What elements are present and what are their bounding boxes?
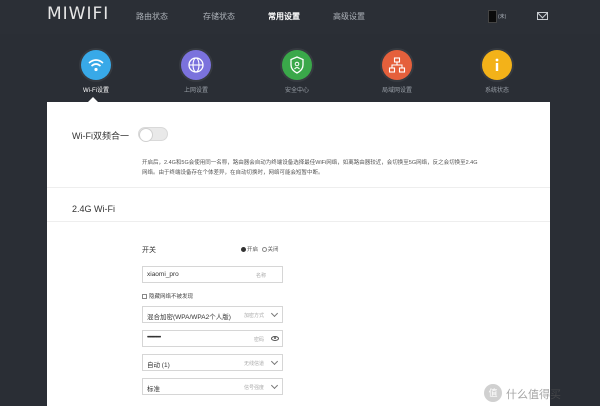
chevron-down-icon — [270, 381, 279, 390]
mail-icon[interactable] — [537, 12, 548, 20]
signal-strength-select[interactable]: 标准 信号强度 — [142, 378, 283, 395]
switch-label: 开关 — [142, 247, 156, 254]
hide-network-checkbox[interactable] — [142, 294, 147, 300]
watermark: 值 什么值得买 — [484, 384, 594, 402]
encryption-select[interactable]: 混合加密(WPA/WPA2个人版) 加密方式 — [142, 306, 283, 323]
globe-icon — [181, 50, 211, 80]
channel-hint: 无线信道 — [243, 361, 264, 367]
watermark-badge: 值 — [484, 384, 502, 402]
eye-icon[interactable] — [271, 336, 279, 341]
nav-item-storage-status[interactable]: 存储状态 — [203, 11, 235, 22]
dualband-toggle[interactable] — [138, 127, 168, 142]
switch-radios: 开启 关闭 — [241, 245, 279, 253]
quick-security-center[interactable]: 安全中心 — [267, 50, 327, 94]
nav-item-common-settings[interactable]: 常用设置 — [268, 11, 300, 22]
divider — [47, 221, 550, 222]
strength-hint: 信号强度 — [243, 385, 264, 391]
settings-panel: Wi-Fi双频合一 开启后，2.4G和5G会使用同一名称，路由器会自动为终端设备… — [47, 102, 550, 406]
divider — [47, 187, 550, 188]
hide-network-label: 隐藏网络不被发现 — [149, 294, 194, 300]
channel-select[interactable]: 自动 (1) 无线信道 — [142, 354, 283, 371]
chevron-down-icon — [270, 357, 279, 366]
ssid-hint: 名称 — [255, 273, 266, 279]
quick-label: 上网设置 — [183, 88, 208, 94]
wifi24-section-title: 2.4G Wi-Fi — [72, 204, 116, 214]
quick-settings-row: Wi-Fi设置 上网设置 安全中心 局域网设置 系统状态 — [0, 40, 600, 103]
quick-wifi-settings[interactable]: Wi-Fi设置 — [66, 50, 126, 94]
quick-lan-settings[interactable]: 局域网设置 — [367, 50, 427, 94]
nav-item-router-status[interactable]: 路由状态 — [136, 11, 168, 22]
encryption-hint: 加密方式 — [243, 313, 264, 319]
quick-label: 安全中心 — [284, 88, 309, 94]
top-right-tools: (未) — [488, 10, 548, 24]
dualband-description: 开启后，2.4G和5G会使用同一名称，路由器会自动为终端设备选择最佳WiFi网络… — [142, 158, 522, 178]
radio-on-label: 开启 — [247, 247, 259, 253]
quick-internet-settings[interactable]: 上网设置 — [166, 50, 226, 94]
ssid-value: xiaomi_pro — [147, 271, 179, 278]
channel-value: 自动 (1) — [147, 362, 170, 369]
quick-system-status[interactable]: 系统状态 — [467, 50, 527, 94]
phone-icon[interactable] — [488, 10, 497, 23]
desc-line: 网络。由于终端设备存在个体差异，在自动切换时，网络可能会短暂中断。 — [142, 170, 324, 176]
password-value: •••••••••••• — [147, 335, 161, 341]
dualband-section: Wi-Fi双频合一 开启后，2.4G和5G会使用同一名称，路由器会自动为终端设备… — [47, 102, 550, 187]
quick-label: Wi-Fi设置 — [83, 88, 109, 94]
wifi-icon — [81, 50, 111, 80]
shield-icon — [282, 50, 312, 80]
watermark-text: 什么值得买 — [506, 389, 561, 401]
dualband-title: Wi-Fi双频合一 — [72, 131, 129, 141]
account-text[interactable]: (未) — [498, 13, 506, 20]
info-icon — [482, 50, 512, 80]
quick-label: 局域网设置 — [381, 88, 412, 94]
password-input[interactable]: •••••••••••• 密码 — [142, 330, 283, 347]
strength-value: 标准 — [147, 386, 160, 393]
ssid-input[interactable]: xiaomi_pro 名称 — [142, 266, 283, 283]
hide-network-checkbox-row[interactable]: 隐藏网络不被发现 — [142, 292, 193, 300]
encryption-value: 混合加密(WPA/WPA2个人版) — [147, 314, 231, 321]
radio-off-label: 关闭 — [267, 247, 279, 253]
chevron-down-icon — [270, 309, 279, 318]
desc-line: 开启后，2.4G和5G会使用同一名称，路由器会自动为终端设备选择最佳WiFi网络… — [142, 160, 478, 166]
quick-label: 系统状态 — [484, 88, 509, 94]
nav-item-advanced-settings[interactable]: 高级设置 — [333, 11, 365, 22]
top-bar: MIWIFI 路由状态 存储状态 常用设置 高级设置 (未) — [0, 0, 600, 34]
radio-off[interactable] — [261, 247, 267, 253]
radio-on[interactable] — [241, 247, 246, 253]
password-hint: 密码 — [253, 337, 264, 343]
network-icon — [382, 50, 412, 80]
